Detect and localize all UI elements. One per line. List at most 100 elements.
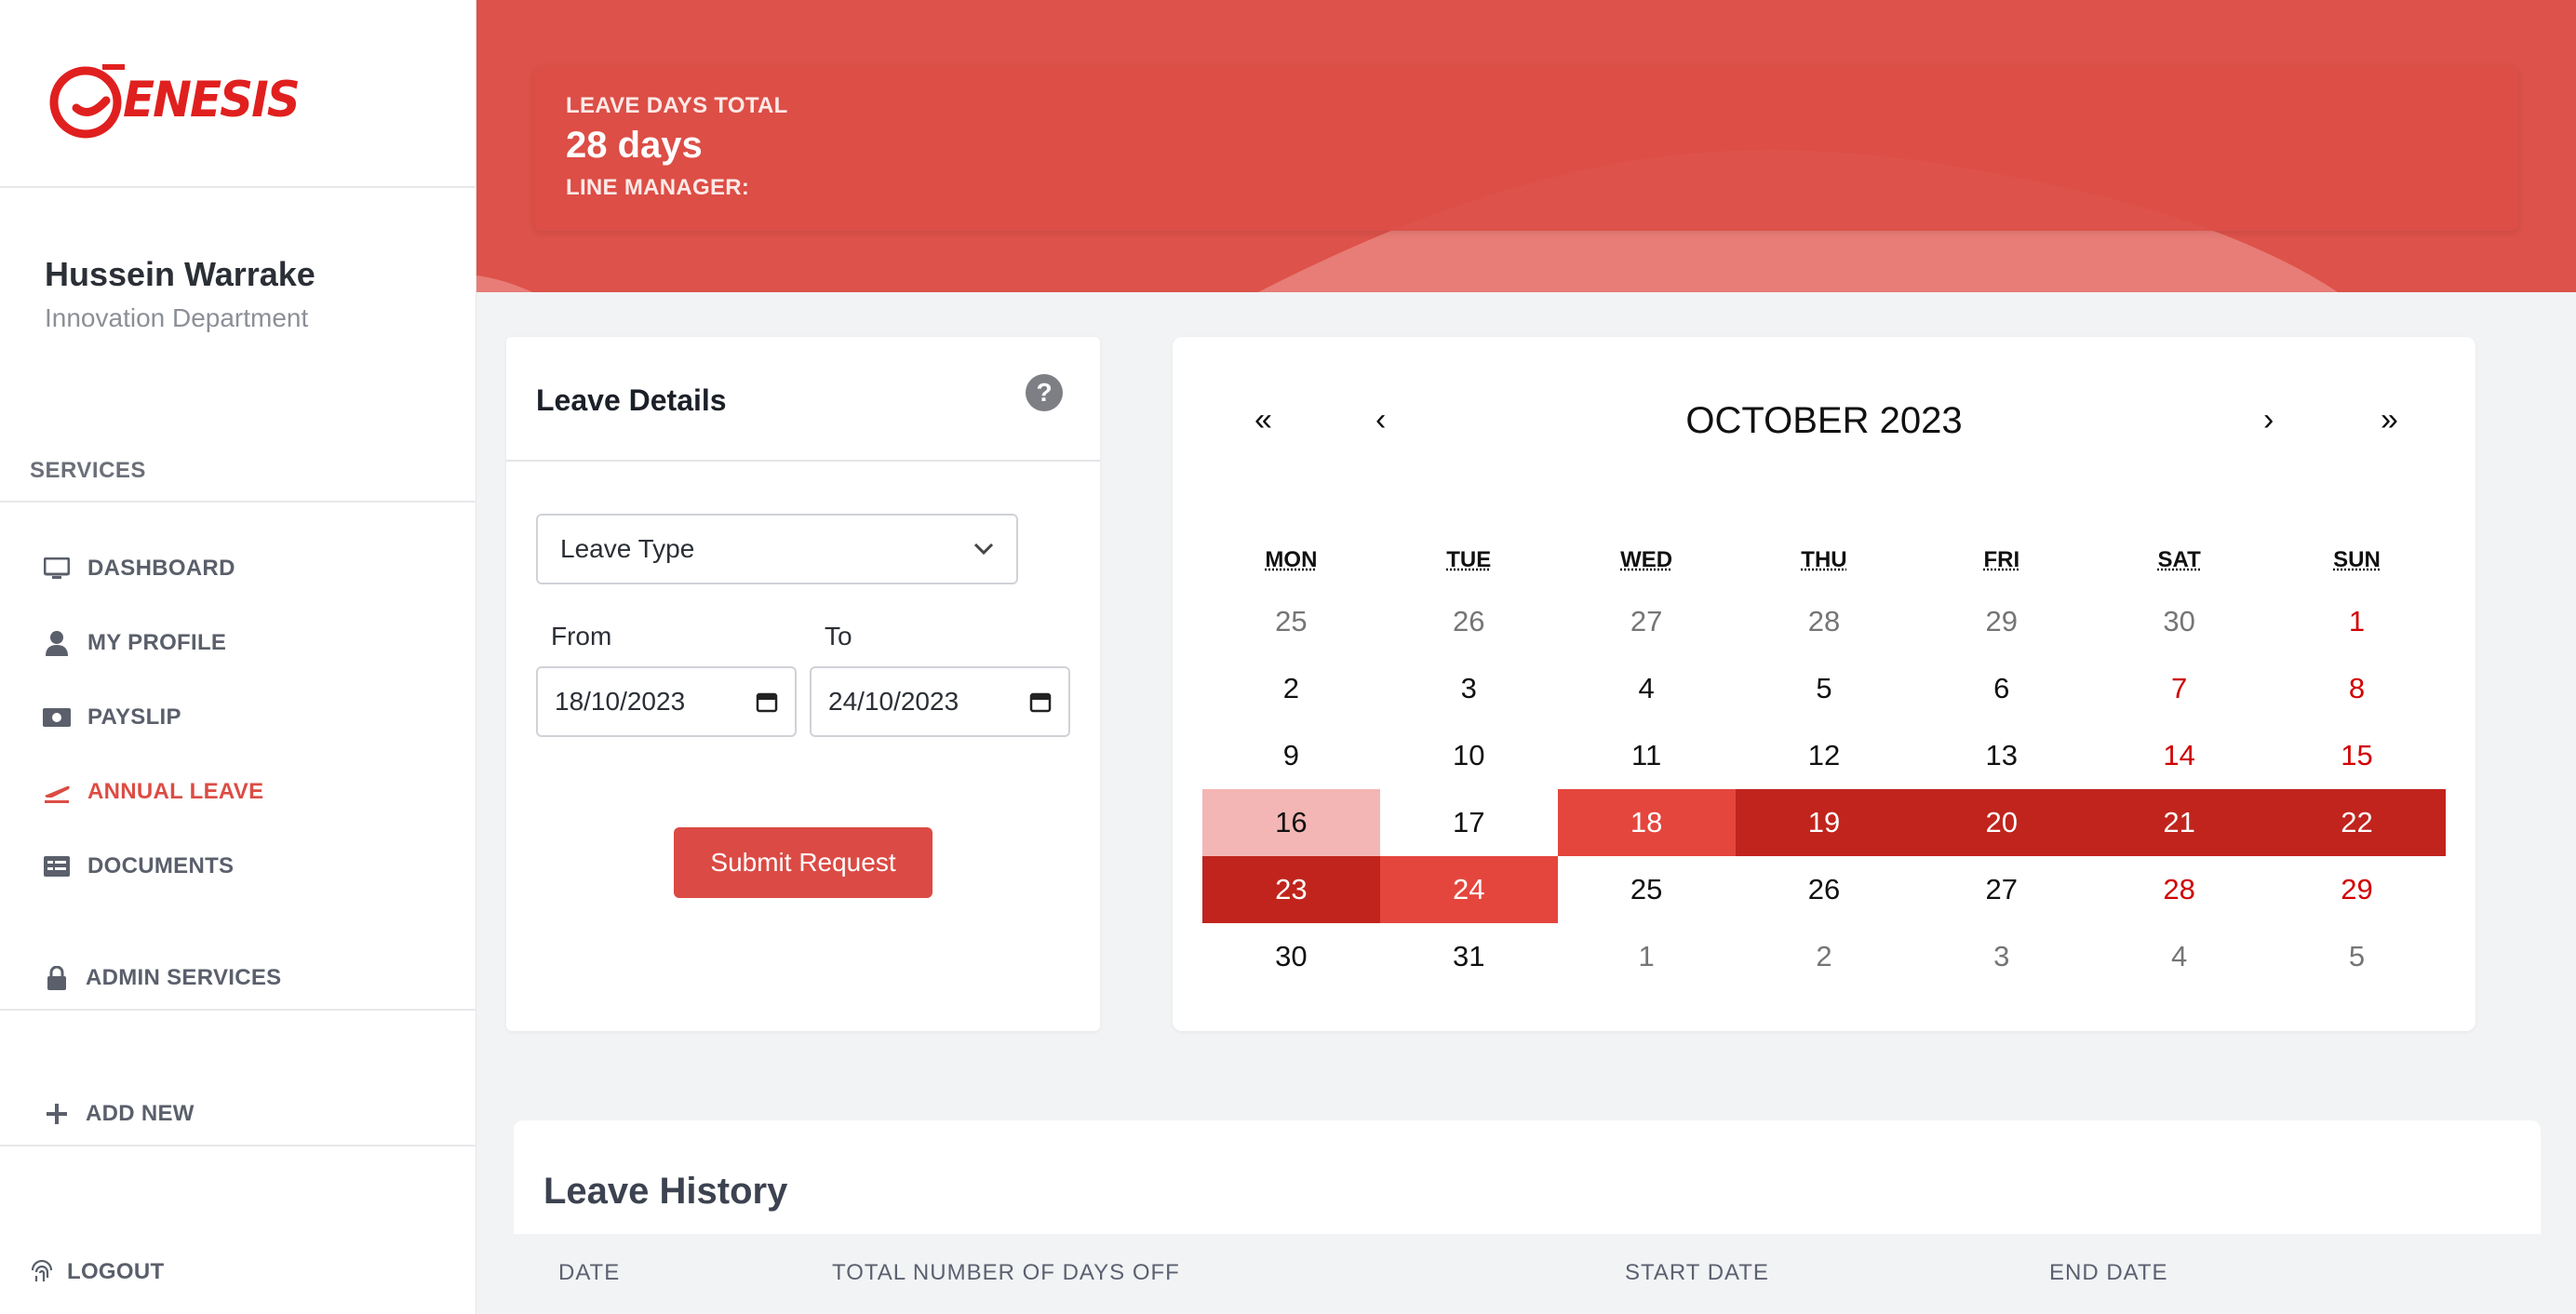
column-header-end-date[interactable]: END DATE [2049, 1260, 2168, 1286]
nav-documents-label: DOCUMENTS [87, 853, 235, 878]
nav-logout-label: LOGOUT [67, 1259, 165, 1284]
nav-payslip-label: PAYSLIP [87, 704, 181, 730]
nav-admin-services[interactable]: ADMIN SERVICES [43, 964, 281, 992]
fingerprint-icon [28, 1258, 56, 1286]
next-year-button[interactable]: » [2381, 402, 2398, 438]
calendar-card: « ‹ OCTOBER 2023 › » MON TUE WED THU FRI… [1173, 337, 2475, 1031]
to-date-input[interactable]: 24/10/2023 [810, 666, 1070, 737]
calendar-day[interactable]: 16 [1202, 789, 1380, 856]
calendar-day[interactable]: 29 [1912, 588, 2090, 655]
calendar-day[interactable]: 27 [1558, 588, 1736, 655]
from-label: From [551, 622, 612, 650]
nav-documents[interactable]: DOCUMENTS [43, 852, 234, 880]
calendar-day[interactable]: 3 [1380, 655, 1558, 722]
calendar-day[interactable]: 4 [2090, 923, 2268, 990]
to-label: To [825, 622, 852, 650]
documents-icon [43, 852, 71, 880]
brand-logo[interactable]: ENESIS [48, 60, 301, 140]
calendar-day[interactable]: 28 [1736, 588, 1913, 655]
nav-add-new[interactable]: ADD NEW [43, 1100, 195, 1128]
calendar-day[interactable]: 11 [1558, 722, 1736, 789]
logo-mark-icon [49, 64, 125, 139]
to-date-value: 24/10/2023 [828, 687, 959, 716]
leave-history-title: Leave History [543, 1171, 788, 1212]
weekday-header: FRI [1983, 547, 2020, 572]
column-header-total-days-off[interactable]: TOTAL NUMBER OF DAYS OFF [832, 1260, 1180, 1286]
calendar-day[interactable]: 30 [2090, 588, 2268, 655]
nav-dashboard-label: DASHBOARD [87, 556, 235, 581]
calendar-day[interactable]: 10 [1380, 722, 1558, 789]
calendar-day[interactable]: 28 [2090, 856, 2268, 923]
calendar-day[interactable]: 20 [1912, 789, 2091, 856]
calendar-icon[interactable] [1029, 691, 1052, 713]
calendar-month-title[interactable]: OCTOBER 2023 [1173, 400, 2475, 442]
calendar-day[interactable]: 2 [1202, 655, 1380, 722]
calendar-day[interactable]: 26 [1736, 856, 1913, 923]
leave-days-total-label: LEAVE DAYS TOTAL [566, 93, 788, 118]
lock-icon [43, 964, 71, 992]
calendar-day[interactable]: 6 [1912, 655, 2090, 722]
calendar-day[interactable]: 12 [1736, 722, 1913, 789]
calendar-day[interactable]: 15 [2268, 722, 2446, 789]
divider [506, 460, 1100, 462]
leave-details-title: Leave Details [536, 383, 727, 417]
calendar-day[interactable]: 5 [1736, 655, 1913, 722]
calendar-grid: MON TUE WED THU FRI SAT SUN 25 26 27 28 29 30… [1202, 532, 2446, 990]
calendar-day[interactable]: 17 [1380, 789, 1558, 856]
monitor-icon [43, 555, 71, 583]
from-date-input[interactable]: 18/10/2023 [536, 666, 797, 737]
divider [0, 1009, 476, 1011]
divider [0, 501, 476, 503]
calendar-day[interactable]: 14 [2090, 722, 2268, 789]
calendar-day[interactable]: 31 [1380, 923, 1558, 990]
nav-dashboard[interactable]: DASHBOARD [43, 555, 235, 583]
calendar-day[interactable]: 18 [1557, 789, 1736, 856]
chevron-down-icon [973, 543, 994, 556]
nav-annual-leave[interactable]: ANNUAL LEAVE [43, 778, 263, 806]
plane-icon [43, 778, 71, 806]
sidebar: ENESIS Hussein Warrake Innovation Depart… [0, 0, 476, 1314]
nav-add-new-label: ADD NEW [86, 1101, 195, 1126]
calendar-day[interactable]: 24 [1379, 856, 1558, 923]
leave-type-value: Leave Type [560, 534, 695, 563]
calendar-day[interactable]: 29 [2268, 856, 2446, 923]
leave-type-select[interactable]: Leave Type [536, 514, 1018, 584]
calendar-day[interactable]: 13 [1912, 722, 2090, 789]
submit-request-button[interactable]: Submit Request [674, 827, 932, 898]
nav-logout[interactable]: LOGOUT [28, 1258, 164, 1286]
calendar-day[interactable]: 25 [1558, 856, 1736, 923]
calendar-day[interactable]: 9 [1202, 722, 1380, 789]
calendar-day[interactable]: 26 [1380, 588, 1558, 655]
divider [0, 186, 476, 188]
nav-admin-services-label: ADMIN SERVICES [86, 965, 282, 990]
calendar-day[interactable]: 3 [1912, 923, 2090, 990]
nav-payslip[interactable]: PAYSLIP [43, 704, 181, 731]
calendar-day[interactable]: 4 [1558, 655, 1736, 722]
calendar-day[interactable]: 2 [1736, 923, 1913, 990]
calendar-day[interactable]: 8 [2268, 655, 2446, 722]
calendar-day[interactable]: 22 [2268, 789, 2446, 856]
weekday-header: MON [1265, 547, 1318, 572]
calendar-day[interactable]: 27 [1912, 856, 2090, 923]
nav-my-profile-label: MY PROFILE [87, 630, 227, 655]
calendar-day[interactable]: 25 [1202, 588, 1380, 655]
nav-my-profile[interactable]: MY PROFILE [43, 629, 226, 657]
weekday-header: SAT [2157, 547, 2201, 572]
logo-text: ENESIS [123, 71, 301, 128]
column-header-start-date[interactable]: START DATE [1625, 1260, 1769, 1286]
plus-icon [43, 1100, 71, 1128]
calendar-day[interactable]: 19 [1735, 789, 1913, 856]
calendar-day[interactable]: 23 [1202, 856, 1380, 923]
calendar-day[interactable]: 1 [2268, 588, 2446, 655]
calendar-day[interactable]: 1 [1558, 923, 1736, 990]
column-header-date[interactable]: DATE [558, 1260, 620, 1286]
calendar-day[interactable]: 21 [2090, 789, 2269, 856]
calendar-day[interactable]: 7 [2090, 655, 2268, 722]
from-date-value: 18/10/2023 [555, 687, 686, 716]
help-icon[interactable]: ? [1026, 374, 1063, 411]
calendar-day[interactable]: 5 [2268, 923, 2446, 990]
next-month-button[interactable]: › [2263, 402, 2274, 438]
calendar-icon[interactable] [756, 691, 778, 713]
weekday-header: WED [1620, 547, 1673, 572]
calendar-day[interactable]: 30 [1202, 923, 1380, 990]
